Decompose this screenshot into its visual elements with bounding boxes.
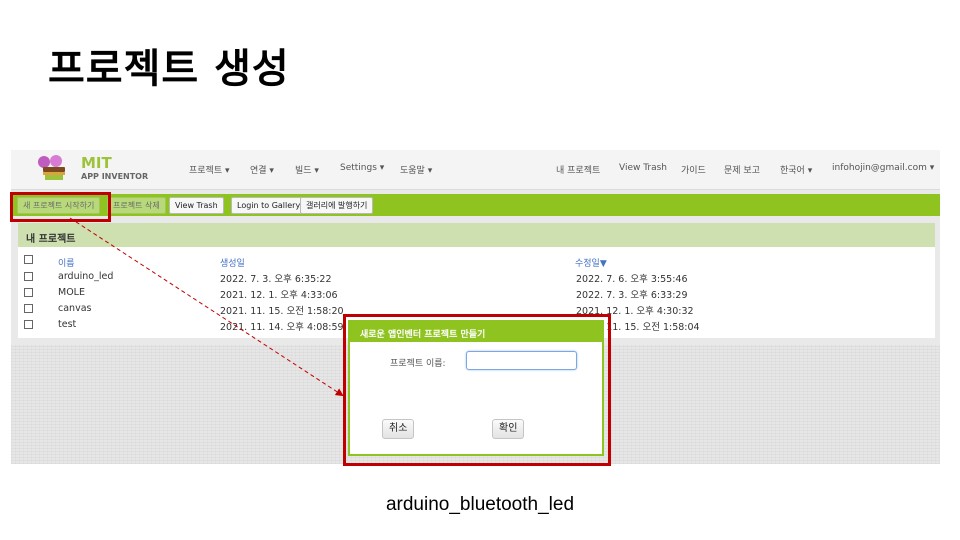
column-modified[interactable]: 수정일▼ [575,256,607,269]
project-created: 2021. 11. 15. 오전 1:58:20 [220,306,344,317]
row-checkbox[interactable] [24,320,33,329]
panel-title: 내 프로젝트 [26,234,76,245]
project-toolbar: 새 프로젝트 시작하기 프로젝트 삭제 View Trash Login to … [11,194,940,216]
column-created[interactable]: 생성일 [220,256,245,269]
app-inventor-logo[interactable]: MIT APP INVENTOR [35,153,149,185]
logo-bee-icon [38,155,65,180]
nav-guide[interactable]: 가이드 [681,163,706,176]
table-row[interactable]: MOLE 2021. 12. 1. 오후 4:33:06 2022. 7. 3.… [18,286,935,302]
delete-project-button[interactable]: 프로젝트 삭제 [107,197,166,214]
logo-sub-text: APP INVENTOR [81,172,149,181]
project-name[interactable]: MOLE [58,287,85,298]
logo-brand-text: MIT [81,154,112,172]
menu-build[interactable]: 빌드 ▾ [295,163,319,176]
slide-caption: arduino_bluetooth_led [385,494,575,515]
login-gallery-button[interactable]: Login to Gallery [231,197,307,214]
project-created: 2022. 7. 3. 오후 6:35:22 [220,274,332,285]
menu-connect[interactable]: 연결 ▾ [250,163,274,176]
new-project-highlight [10,192,111,222]
project-created: 2021. 12. 1. 오후 4:33:06 [220,290,338,301]
nav-report-issue[interactable]: 문제 보고 [724,163,760,176]
view-trash-button[interactable]: View Trash [169,197,224,214]
row-checkbox[interactable] [24,272,33,281]
project-created: 2021. 11. 14. 오후 4:08:59 [220,322,344,333]
project-modified: 2022. 7. 3. 오후 6:33:29 [576,290,688,301]
nav-my-projects[interactable]: 내 프로젝트 [556,163,600,176]
slide-title: 프로젝트 생성 [48,46,290,92]
project-name[interactable]: test [58,319,76,330]
project-name[interactable]: arduino_led [58,271,113,282]
row-checkbox[interactable] [24,304,33,313]
panel-header: 내 프로젝트 [18,223,935,247]
top-nav-bar: MIT APP INVENTOR 프로젝트 ▾ 연결 ▾ 빌드 ▾ Settin… [11,150,940,190]
nav-view-trash[interactable]: View Trash [619,163,667,173]
menu-settings[interactable]: Settings ▾ [340,163,384,173]
nav-language[interactable]: 한국어 ▾ [780,163,812,176]
dialog-highlight [343,314,611,466]
row-checkbox[interactable] [24,288,33,297]
menu-help[interactable]: 도움말 ▾ [400,163,432,176]
project-modified: 2022. 7. 6. 오후 3:55:46 [576,274,688,285]
menu-project[interactable]: 프로젝트 ▾ [189,163,230,176]
select-all-checkbox[interactable] [24,255,33,264]
column-name[interactable]: 이름 [58,256,75,269]
table-row[interactable]: arduino_led 2022. 7. 3. 오후 6:35:22 2022.… [18,270,935,286]
project-name[interactable]: canvas [58,303,91,314]
nav-account[interactable]: infohojin@gmail.com ▾ [832,163,934,173]
publish-gallery-button[interactable]: 갤러리에 발행하기 [300,197,374,214]
